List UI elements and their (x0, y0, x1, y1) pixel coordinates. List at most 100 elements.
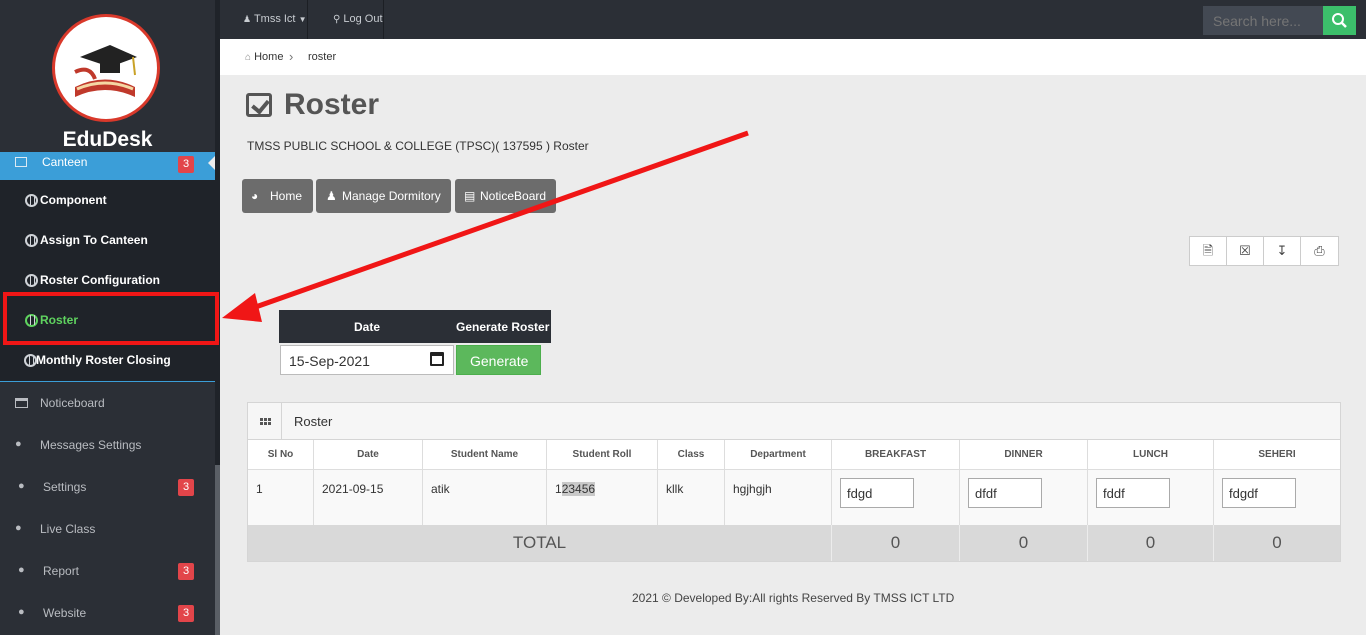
total-breakfast: 0 (832, 525, 960, 561)
excel-file-icon[interactable]: ☒ (1227, 237, 1264, 265)
count-badge: 3 (178, 563, 194, 580)
sidebar-item-website[interactable]: ● Website 3 (0, 594, 215, 634)
breadcrumb-home[interactable]: ⌂ Home (245, 51, 283, 63)
sidebar-item-report[interactable]: ● Report 3 (0, 552, 215, 592)
check-square-icon (246, 93, 272, 117)
cell-student-roll: 123456 (547, 470, 658, 526)
breakfast-input[interactable] (840, 478, 914, 508)
column-header: DINNER (960, 440, 1088, 469)
scrollbar-thumb[interactable] (215, 465, 220, 635)
generator-header: Date Generate Roster (279, 310, 551, 343)
cell-department: hgjhgjh (725, 470, 832, 526)
column-header: Student Name (423, 440, 547, 469)
noticeboard-button[interactable]: ▤ NoticeBoard (455, 179, 556, 213)
print-icon[interactable]: ⎙ (1301, 237, 1338, 265)
submenu-item-assign-to-canteen[interactable]: Assign To Canteen (0, 221, 215, 261)
panel-header: Roster (248, 403, 1340, 440)
globe-icon (25, 194, 38, 207)
user-menu-label: ♟ Tmss Ict ▼ (243, 13, 306, 25)
calendar-icon[interactable] (430, 352, 444, 366)
dashboard-icon: ◕ (251, 189, 259, 203)
grid-icon (248, 403, 282, 439)
panel-title: Roster (294, 414, 333, 429)
sidebar-item-label: Settings (43, 480, 87, 494)
column-header: Department (725, 440, 832, 469)
cell-seheri (1214, 470, 1340, 526)
cell-text: 2021-09-15 (322, 482, 384, 496)
seheri-input[interactable] (1222, 478, 1296, 508)
info-icon: ● (18, 606, 25, 618)
dinner-input[interactable] (968, 478, 1042, 508)
column-header: SEHERI (1258, 449, 1296, 460)
logout-link[interactable]: ⚲ Log Out (309, 0, 384, 39)
generate-button[interactable]: Generate (456, 345, 541, 375)
submenu-item-monthly-roster-closing[interactable]: Monthly Roster Closing (0, 341, 215, 381)
caret-left-icon (208, 156, 215, 170)
brand: EduDesk (0, 0, 215, 152)
sidebar-item-label: Report (43, 564, 80, 578)
logout-text: Log Out (343, 13, 383, 25)
noticeboard-label: NoticeBoard (480, 189, 547, 203)
comments-icon: ● (15, 438, 22, 450)
cell-breakfast (832, 470, 960, 526)
roll-text: 123456 (555, 482, 596, 496)
top-navbar: ♟ Tmss Ict ▼ ⚲ Log Out (220, 0, 1366, 39)
export-toolbar: 🗎 ☒ ↧ ⎙ (1189, 236, 1339, 266)
sidebar-item-label: Noticeboard (40, 396, 105, 410)
brand-name: EduDesk (62, 128, 153, 151)
table-footer: TOTAL 0 0 0 0 (248, 525, 1340, 561)
sidebar-item-messages-settings[interactable]: ● Messages Settings (0, 426, 215, 466)
total-seheri: 0 (1272, 533, 1282, 552)
submenu-item-component[interactable]: Component (0, 181, 215, 221)
sidebar-item-canteen[interactable]: Canteen 3 (0, 152, 215, 180)
manage-dormitory-button[interactable]: ♟ Manage Dormitory (316, 179, 451, 213)
id-card-icon (15, 157, 27, 167)
generate-button-label: Generate (470, 353, 529, 369)
cell-class: kllk (658, 470, 725, 526)
sidebar-item-label: Website (43, 606, 87, 620)
cell-text: kllk (666, 482, 684, 496)
page-footer: 2021 © Developed By:All rights Reserved … (632, 591, 955, 605)
sidebar-item-settings[interactable]: ● Settings 3 (0, 468, 215, 508)
page-title: Roster (284, 88, 380, 121)
submenu-item-label: Component (40, 193, 107, 207)
cell-dinner (960, 470, 1088, 526)
window-icon (15, 398, 28, 408)
pdf-file-icon[interactable]: 🗎 (1190, 237, 1227, 265)
page-subtitle: TMSS PUBLIC SCHOOL & COLLEGE (TPSC)( 137… (247, 139, 589, 153)
breadcrumb-current: roster (308, 51, 337, 63)
info-icon: ● (18, 480, 25, 492)
globe-icon (25, 274, 38, 287)
column-header: BREAKFAST (832, 440, 960, 469)
search-input[interactable] (1203, 6, 1323, 35)
search-button[interactable] (1323, 6, 1356, 35)
chevron-right-icon: › (289, 49, 294, 64)
list-alt-icon: ▤ (464, 189, 476, 203)
cell-text: 1 (256, 482, 263, 496)
roll-prefix: 1 (555, 482, 562, 496)
cell-lunch (1088, 470, 1214, 526)
download-icon[interactable]: ↧ (1264, 237, 1301, 265)
cell-sl-no: 1 (248, 470, 314, 526)
total-label: TOTAL (248, 525, 832, 561)
user-name: Tmss Ict (253, 13, 296, 25)
user-icon: ♟ (243, 14, 252, 24)
column-header: Date (314, 440, 423, 469)
home-button[interactable]: ◕ Home (242, 179, 313, 213)
cell-date: 2021-09-15 (314, 470, 423, 526)
sidebar-item-label: Live Class (40, 522, 96, 536)
breadcrumb: ⌂ Home › roster (220, 39, 1366, 75)
lunch-input[interactable] (1096, 478, 1170, 508)
sidebar-item-live-class[interactable]: ● Live Class (0, 510, 215, 550)
cell-text: atik (431, 482, 450, 496)
sidebar-item-noticeboard[interactable]: Noticeboard (0, 384, 215, 424)
date-field[interactable]: 15-Sep-2021 (280, 345, 454, 375)
submenu: Component Assign To Canteen Roster Confi… (0, 180, 215, 382)
logo[interactable] (52, 14, 160, 122)
roster-panel: Roster Sl No Date Student Name Student R… (247, 402, 1341, 562)
count-badge: 3 (178, 605, 194, 622)
search-icon (1332, 13, 1347, 28)
count-badge: 3 (178, 479, 194, 496)
date-header: Date (354, 320, 381, 334)
user-menu[interactable]: ♟ Tmss Ict ▼ (220, 0, 308, 39)
